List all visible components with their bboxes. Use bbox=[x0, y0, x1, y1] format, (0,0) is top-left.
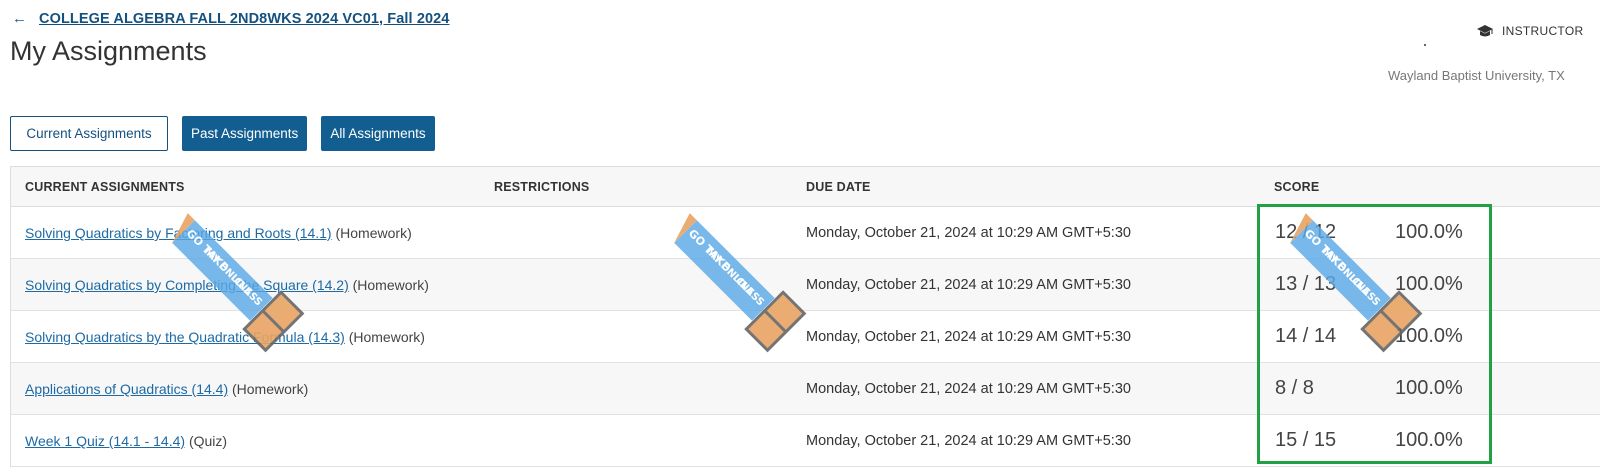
assignment-cell: Applications of Quadratics (14.4) (Homew… bbox=[25, 381, 308, 397]
assignment-type: (Homework) bbox=[352, 277, 429, 293]
column-header-assignments[interactable]: CURRENT ASSIGNMENTS bbox=[25, 180, 185, 194]
column-header-score[interactable]: SCORE bbox=[1274, 180, 1319, 194]
assignment-cell: Solving Quadratics by Completing the Squ… bbox=[25, 277, 429, 293]
divider-dot bbox=[1424, 44, 1426, 46]
due-date: Monday, October 21, 2024 at 10:29 AM GMT… bbox=[806, 381, 1131, 397]
score-percent: 100.0% bbox=[1395, 377, 1463, 399]
assignment-link[interactable]: Applications of Quadratics (14.4) bbox=[25, 381, 228, 397]
assignment-link[interactable]: Solving Quadratics by Completing the Squ… bbox=[25, 277, 349, 293]
score-percent: 100.0% bbox=[1395, 325, 1463, 347]
score-value: 15 / 15 bbox=[1275, 429, 1337, 451]
assignment-type: (Homework) bbox=[348, 329, 425, 345]
due-date: Monday, October 21, 2024 at 10:29 AM GMT… bbox=[806, 277, 1131, 293]
breadcrumb: ← COLLEGE ALGEBRA FALL 2ND8WKS 2024 VC01… bbox=[12, 10, 449, 27]
tab-past-assignments[interactable]: Past Assignments bbox=[182, 116, 308, 151]
score-value: 13 / 13 bbox=[1275, 273, 1337, 295]
column-header-restrictions: RESTRICTIONS bbox=[494, 180, 590, 194]
assignment-tabs: Current Assignments Past Assignments All… bbox=[10, 116, 449, 151]
due-date: Monday, October 21, 2024 at 10:29 AM GMT… bbox=[806, 225, 1131, 241]
assignment-type: (Quiz) bbox=[188, 433, 228, 449]
graduation-cap-icon bbox=[1477, 25, 1493, 37]
assignments-table: CURRENT ASSIGNMENTS RESTRICTIONS DUE DAT… bbox=[10, 166, 1600, 467]
back-arrow-icon[interactable]: ← bbox=[12, 10, 27, 27]
score-percent: 100.0% bbox=[1395, 429, 1463, 451]
assignment-cell: Solving Quadratics by the Quadratic Form… bbox=[25, 329, 425, 345]
score-value: 14 / 14 bbox=[1275, 325, 1337, 347]
score-percent: 100.0% bbox=[1395, 273, 1463, 295]
assignment-cell: Solving Quadratics by Factoring and Root… bbox=[25, 225, 412, 241]
assignment-type: (Homework) bbox=[232, 381, 309, 397]
tab-all-assignments[interactable]: All Assignments bbox=[321, 116, 435, 151]
table-row: Solving Quadratics by Factoring and Root… bbox=[11, 207, 1600, 259]
score-percent: 100.0% bbox=[1395, 221, 1463, 243]
page-title: My Assignments bbox=[10, 36, 207, 66]
tab-current-assignments[interactable]: Current Assignments bbox=[10, 116, 168, 151]
instructor-menu[interactable]: INSTRUCTOR bbox=[1476, 24, 1583, 38]
table-row: Solving Quadratics by Completing the Squ… bbox=[11, 259, 1600, 311]
assignment-link[interactable]: Solving Quadratics by Factoring and Root… bbox=[25, 225, 332, 241]
due-date: Monday, October 21, 2024 at 10:29 AM GMT… bbox=[806, 433, 1131, 449]
assignment-link[interactable]: Week 1 Quiz (14.1 - 14.4) bbox=[25, 433, 185, 449]
university-name: Wayland Baptist University, TX bbox=[1388, 68, 1565, 83]
assignment-link[interactable]: Solving Quadratics by the Quadratic Form… bbox=[25, 329, 345, 345]
due-date: Monday, October 21, 2024 at 10:29 AM GMT… bbox=[806, 329, 1131, 345]
table-row: Applications of Quadratics (14.4) (Homew… bbox=[11, 363, 1600, 415]
table-header: CURRENT ASSIGNMENTS RESTRICTIONS DUE DAT… bbox=[11, 167, 1600, 207]
table-row: Solving Quadratics by the Quadratic Form… bbox=[11, 311, 1600, 363]
score-value: 12 / 12 bbox=[1275, 221, 1337, 243]
assignment-cell: Week 1 Quiz (14.1 - 14.4) (Quiz) bbox=[25, 433, 227, 449]
column-header-due-date[interactable]: DUE DATE bbox=[806, 180, 871, 194]
score-value: 8 / 8 bbox=[1275, 377, 1314, 399]
course-link[interactable]: COLLEGE ALGEBRA FALL 2ND8WKS 2024 VC01, … bbox=[39, 11, 449, 27]
instructor-label: INSTRUCTOR bbox=[1502, 24, 1584, 38]
assignment-type: (Homework) bbox=[335, 225, 412, 241]
table-row: Week 1 Quiz (14.1 - 14.4) (Quiz) Monday,… bbox=[11, 415, 1600, 467]
